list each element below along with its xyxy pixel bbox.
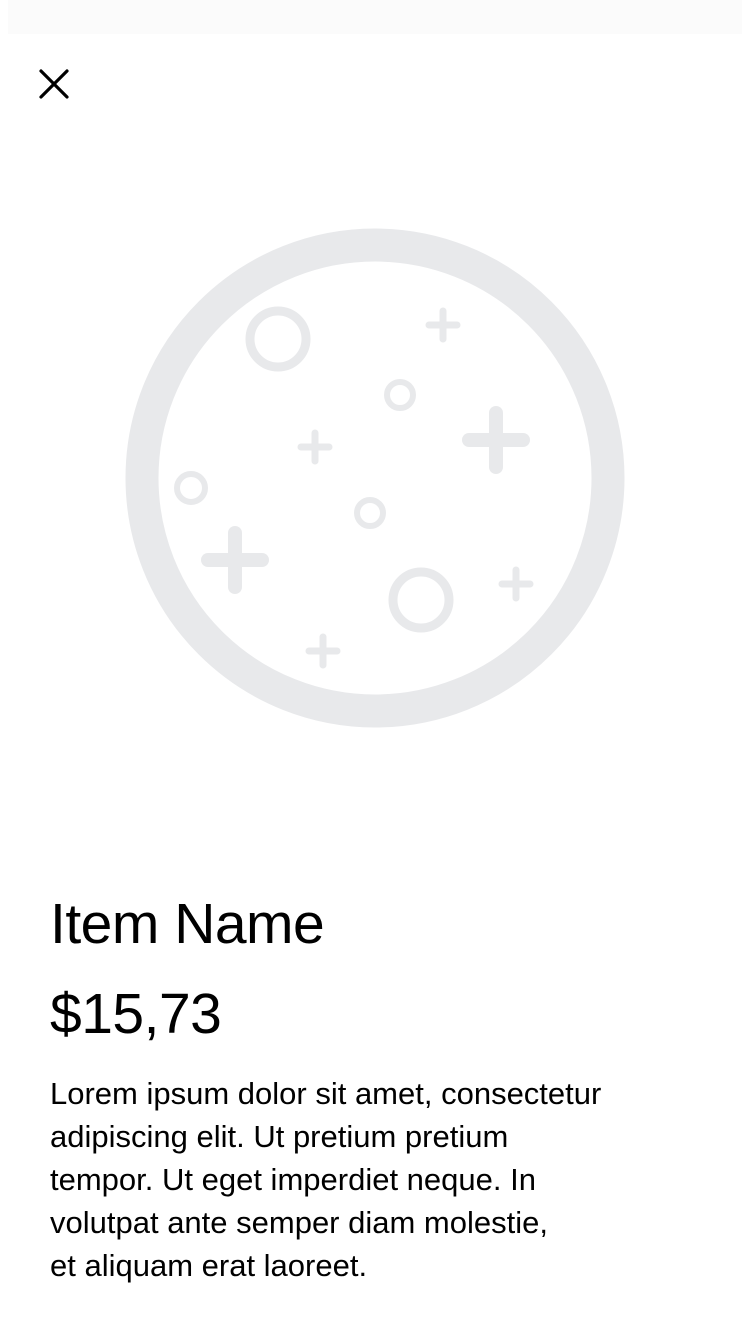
item-name: Item Name	[50, 892, 325, 956]
item-description-line: volutpat ante semper diam molestie,	[50, 1205, 548, 1240]
placeholder-plus-small-center	[297, 429, 333, 465]
placeholder-plus-large-left	[201, 526, 269, 594]
placeholder-circle-small-center	[354, 497, 386, 529]
placeholder-circle-small-left	[174, 471, 208, 505]
item-description-line: tempor. Ut eget imperdiet neque. In	[50, 1162, 536, 1197]
item-price: $15,73	[50, 982, 222, 1046]
status-bar	[0, 0, 750, 36]
close-button[interactable]	[24, 54, 84, 114]
item-description-line: et aliquam erat laoreet.	[50, 1248, 368, 1283]
placeholder-outer-ring	[125, 228, 625, 728]
item-description-line: Lorem ipsum dolor sit amet, consectetur	[50, 1076, 602, 1111]
close-icon	[39, 69, 69, 99]
placeholder-plus-small-top	[425, 307, 461, 343]
placeholder-plus-large-right	[462, 406, 530, 474]
item-description: Lorem ipsum dolor sit amet, consectetur …	[50, 1072, 700, 1287]
placeholder-circle-large-bottom	[388, 567, 454, 633]
placeholder-plus-small-right	[498, 566, 534, 602]
image-placeholder-icon	[125, 228, 625, 728]
status-bar-background	[8, 0, 742, 34]
placeholder-circle-large-top	[245, 306, 311, 372]
item-details: Item Name $15,73 Lorem ipsum dolor sit a…	[50, 888, 700, 1287]
placeholder-circle-small-top	[384, 379, 416, 411]
item-description-line: adipiscing elit. Ut pretium pretium	[50, 1119, 509, 1154]
placeholder-plus-small-bottom	[305, 633, 341, 669]
